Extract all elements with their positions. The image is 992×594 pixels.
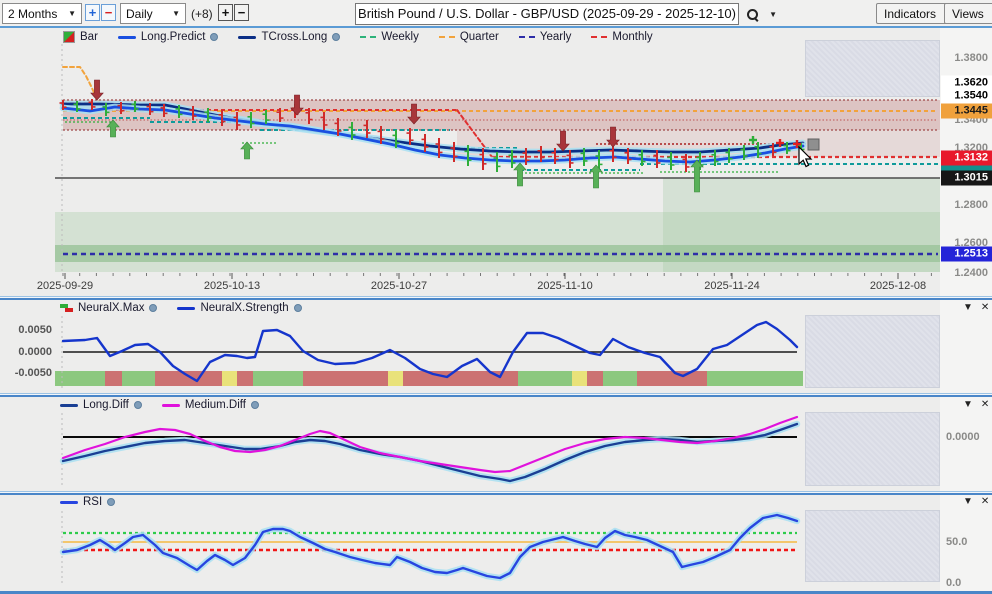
dashed-line-swatch xyxy=(591,36,607,38)
info-icon[interactable] xyxy=(149,304,157,312)
axis-label: 1.2400 xyxy=(940,267,988,279)
line-swatch xyxy=(238,36,256,39)
rsi-panel[interactable] xyxy=(62,511,797,583)
legend-item[interactable]: NeuralX.Max xyxy=(60,302,157,314)
app-window: 2 Months ▼ + − Daily ▼ (+8) + − British … xyxy=(0,0,992,594)
legend-label: Medium.Diff xyxy=(185,399,246,411)
axis-label: 1.3132 xyxy=(941,151,992,166)
legend-item[interactable]: Bar xyxy=(63,31,98,43)
diff-legend: Long.Diff Medium.Diff xyxy=(60,399,259,411)
axis-label: 0.0000 xyxy=(946,431,980,443)
line-swatch xyxy=(60,501,78,504)
collapse-panel-icon[interactable]: ▼ xyxy=(963,303,973,313)
info-icon[interactable] xyxy=(107,498,115,506)
bar-series-icon xyxy=(63,31,75,43)
axis-label: 2025-10-13 xyxy=(204,280,260,292)
neuralx-legend: NeuralX.Max NeuralX.Strength xyxy=(60,302,302,314)
neuralx-panel[interactable] xyxy=(55,316,803,388)
legend-label: Long.Predict xyxy=(141,31,206,43)
legend-label: Long.Diff xyxy=(83,399,129,411)
axis-label: 1.3800 xyxy=(940,52,988,64)
rsi-legend: RSI xyxy=(60,496,115,508)
line-swatch xyxy=(118,36,136,39)
info-icon[interactable] xyxy=(134,401,142,409)
axis-label: 2025-11-24 xyxy=(704,280,759,292)
highlight-box xyxy=(805,510,940,582)
axis-label: 50.0 xyxy=(946,536,967,548)
axis-label: 1.3445 xyxy=(941,104,992,119)
axis-label: 0.0000 xyxy=(0,346,52,358)
highlight-box xyxy=(805,412,940,486)
dashed-line-swatch xyxy=(519,36,535,38)
close-panel-icon[interactable]: ✕ xyxy=(981,303,989,313)
info-icon[interactable] xyxy=(332,33,340,41)
rsi-panel-buttons: ▼ ✕ xyxy=(963,497,989,507)
legend-item[interactable]: TCross.Long xyxy=(238,31,340,43)
dashed-line-swatch xyxy=(360,36,376,38)
legend-item[interactable]: Monthly xyxy=(591,31,652,43)
legend-item[interactable]: NeuralX.Strength xyxy=(177,302,301,314)
highlight-box xyxy=(805,315,940,388)
info-icon[interactable] xyxy=(251,401,259,409)
close-panel-icon[interactable]: ✕ xyxy=(981,400,989,410)
legend-label: NeuralX.Strength xyxy=(200,302,288,314)
legend-label: Weekly xyxy=(381,31,419,43)
axis-label: 2025-09-29 xyxy=(37,280,93,292)
mouse-cursor xyxy=(796,146,816,170)
close-panel-icon[interactable]: ✕ xyxy=(981,497,989,507)
dashed-line-swatch xyxy=(439,36,455,38)
axis-label: 2025-10-27 xyxy=(371,280,427,292)
axis-label: -0.0050 xyxy=(0,367,52,379)
axis-label: 0.0050 xyxy=(0,324,52,336)
legend-item[interactable]: RSI xyxy=(60,496,115,508)
price-legend: Bar Long.Predict TCross.Long Weekly Quarter Y… xyxy=(63,31,653,43)
legend-label: NeuralX.Max xyxy=(78,302,144,314)
diff-panel[interactable] xyxy=(62,413,797,486)
axis-label: 1.2513 xyxy=(941,247,992,262)
line-swatch xyxy=(177,307,195,310)
axis-label: 1.3540 xyxy=(941,89,992,104)
line-swatch xyxy=(60,404,78,407)
axis-label: 0.0 xyxy=(946,577,961,589)
legend-label: Quarter xyxy=(460,31,499,43)
diff-panel-buttons: ▼ ✕ xyxy=(963,400,989,410)
legend-label: Yearly xyxy=(540,31,572,43)
collapse-panel-icon[interactable]: ▼ xyxy=(963,400,973,410)
legend-item[interactable]: Long.Predict xyxy=(118,31,219,43)
legend-item[interactable]: Long.Diff xyxy=(60,399,142,411)
legend-label: Bar xyxy=(80,31,98,43)
legend-item[interactable]: Weekly xyxy=(360,31,419,43)
legend-item[interactable]: Yearly xyxy=(519,31,572,43)
collapse-panel-icon[interactable]: ▼ xyxy=(963,497,973,507)
minibar-series-icon xyxy=(60,304,73,313)
axis-label: 2025-11-10 xyxy=(537,280,592,292)
info-icon[interactable] xyxy=(210,33,218,41)
axis-label: 1.3015 xyxy=(941,171,992,186)
line-swatch xyxy=(162,404,180,407)
legend-label: RSI xyxy=(83,496,102,508)
neuralx-panel-buttons: ▼ ✕ xyxy=(963,303,989,313)
highlight-box xyxy=(805,40,940,97)
axis-label: 1.2800 xyxy=(940,199,988,211)
info-icon[interactable] xyxy=(294,304,302,312)
legend-item[interactable]: Quarter xyxy=(439,31,499,43)
legend-item[interactable]: Medium.Diff xyxy=(162,399,259,411)
legend-label: Monthly xyxy=(612,31,652,43)
legend-label: TCross.Long xyxy=(261,31,327,43)
axis-label: 2025-12-08 xyxy=(870,280,926,292)
